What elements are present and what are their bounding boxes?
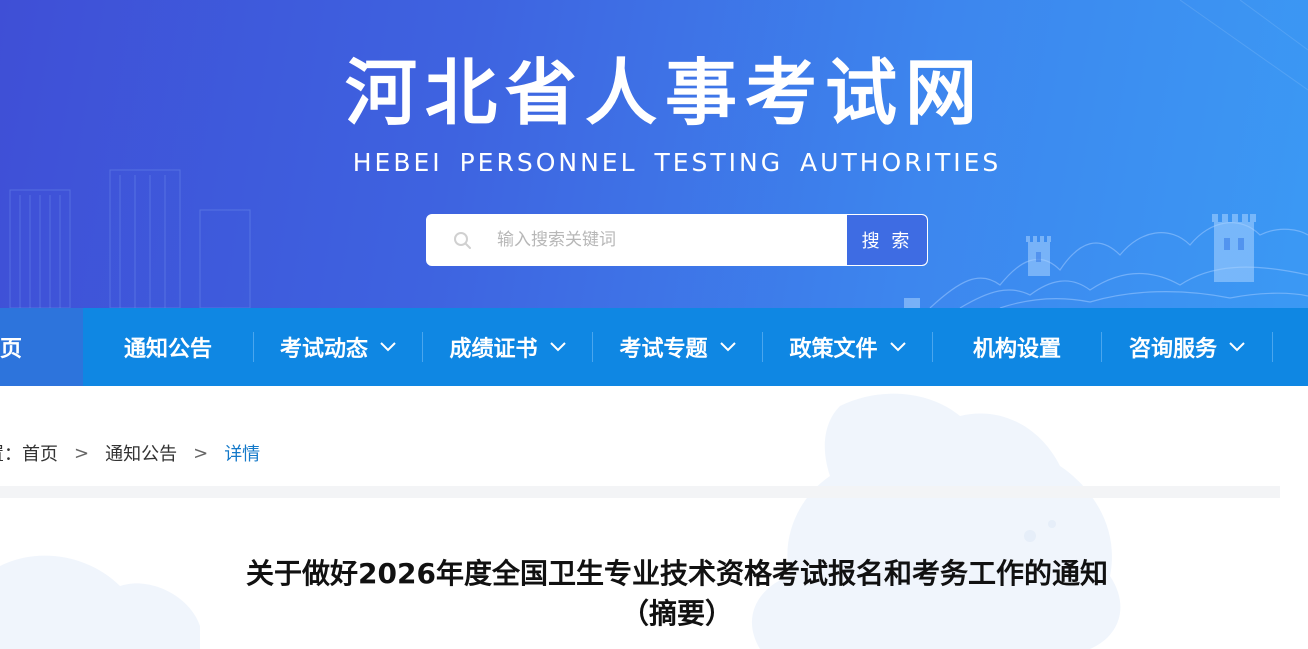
nav-item-label: 考试专题 — [619, 337, 708, 362]
breadcrumb-notices-link[interactable]: 通知公告 — [105, 440, 177, 466]
breadcrumb: 置： 首页 > 通知公告 > 详情 — [0, 438, 260, 468]
nav-item-label: 成绩证书 — [449, 337, 538, 362]
search-input[interactable] — [485, 215, 847, 265]
nav-item-label: 考试动态 — [279, 337, 368, 362]
nav-item-scores-certificates[interactable]: 成绩证书 — [423, 308, 592, 386]
nav-item-organization[interactable]: 机构设置 — [933, 308, 1101, 386]
nav-item-label: 机构设置 — [972, 337, 1061, 362]
breadcrumb-home-link[interactable]: 首页 — [22, 440, 58, 466]
nav-item-label: 通知公告 — [123, 337, 212, 362]
nav-item-notices[interactable]: 通知公告 — [83, 308, 253, 386]
nav-item-home[interactable]: 页 — [0, 308, 83, 386]
nav-divider — [1272, 332, 1273, 362]
site-subtitle: HEBEI PERSONNEL TESTING AUTHORITIES — [352, 148, 1002, 177]
site-title: 河北省人事考试网 — [344, 51, 985, 135]
nav-item-exam-topics[interactable]: 考试专题 — [593, 308, 762, 386]
breadcrumb-prefix: 置： — [0, 444, 22, 465]
nav-item-exam-news[interactable]: 考试动态 — [254, 308, 422, 386]
section-divider — [0, 486, 1280, 498]
search-icon — [454, 232, 471, 249]
search-bar: 搜 索 — [426, 214, 928, 266]
nav-item-label: 政策文件 — [789, 337, 878, 362]
main-nav: 页 通知公告 考试动态 成绩证书 考试专题 政策文件 机构设置 咨询服务 — [0, 308, 1308, 386]
nav-item-policy-documents[interactable]: 政策文件 — [763, 308, 932, 386]
header-banner: 河北省人事考试网 HEBEI PERSONNEL TESTING AUTHORI… — [0, 0, 1308, 308]
chevron-down-icon — [889, 342, 906, 352]
article-title-line: 关于做好2026年度全国卫生专业技术资格考试报名和考务工作的通知 — [246, 557, 1108, 590]
nav-item-consulting[interactable]: 咨询服务 — [1102, 308, 1272, 386]
chevron-down-icon — [549, 342, 566, 352]
chevron-down-icon — [1229, 342, 1245, 352]
nav-item-label: 咨询服务 — [1128, 337, 1217, 362]
nav-item-label: 页 — [0, 337, 23, 362]
breadcrumb-separator: > — [74, 442, 90, 464]
chevron-down-icon — [380, 342, 396, 352]
breadcrumb-current: 详情 — [224, 444, 261, 465]
article-title: 关于做好2026年度全国卫生专业技术资格考试报名和考务工作的通知 （摘要） — [200, 554, 1154, 634]
article-title-subtitle: （摘要） — [620, 597, 733, 630]
chevron-down-icon — [719, 342, 736, 352]
search-button[interactable]: 搜 索 — [847, 215, 927, 265]
page: 河北省人事考试网 HEBEI PERSONNEL TESTING AUTHORI… — [0, 0, 1308, 649]
breadcrumb-separator: > — [193, 442, 209, 464]
